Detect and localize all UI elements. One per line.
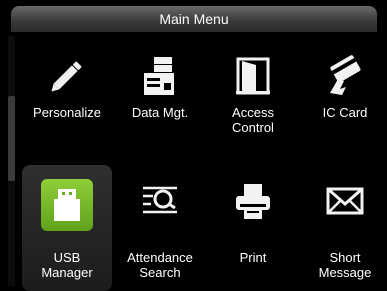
menu-item-label: Short Message [318,250,372,280]
page-title: Main Menu [159,11,229,27]
menu-item-personalize[interactable]: Personalize [22,40,112,166]
menu-item-label: Personalize [33,105,101,120]
menu-item-label: Attendance Search [127,250,193,280]
menu-item-label: IC Card [322,105,368,120]
menu-item-access-control[interactable]: Access Control [208,40,298,166]
printer-icon [230,178,276,224]
scrollbar[interactable] [8,36,15,286]
menu-item-data-mgt[interactable]: Data Mgt. [115,40,205,166]
menu-item-label: Print [239,250,267,265]
magnifier-icon [137,178,183,224]
scroll-thumb[interactable] [8,96,15,181]
menu-item-print[interactable]: Print [208,165,298,291]
menu-item-ic-card[interactable]: IC Card [300,40,387,166]
menu-item-label: Data Mgt. [131,105,189,120]
title-bar: Main Menu [11,6,377,32]
data-management-icon [137,53,183,99]
usb-icon [41,179,93,231]
menu-item-short-message[interactable]: Short Message [300,165,387,291]
card-icon [322,53,368,99]
menu-item-usb-manager[interactable]: USB Manager [22,165,112,291]
door-icon [230,53,276,99]
menu-item-label: USB Manager [41,250,93,280]
menu-item-label: Access Control [232,105,274,135]
pencil-icon [44,53,90,99]
envelope-icon [322,178,368,224]
menu-item-attendance-search[interactable]: Attendance Search [115,165,205,291]
